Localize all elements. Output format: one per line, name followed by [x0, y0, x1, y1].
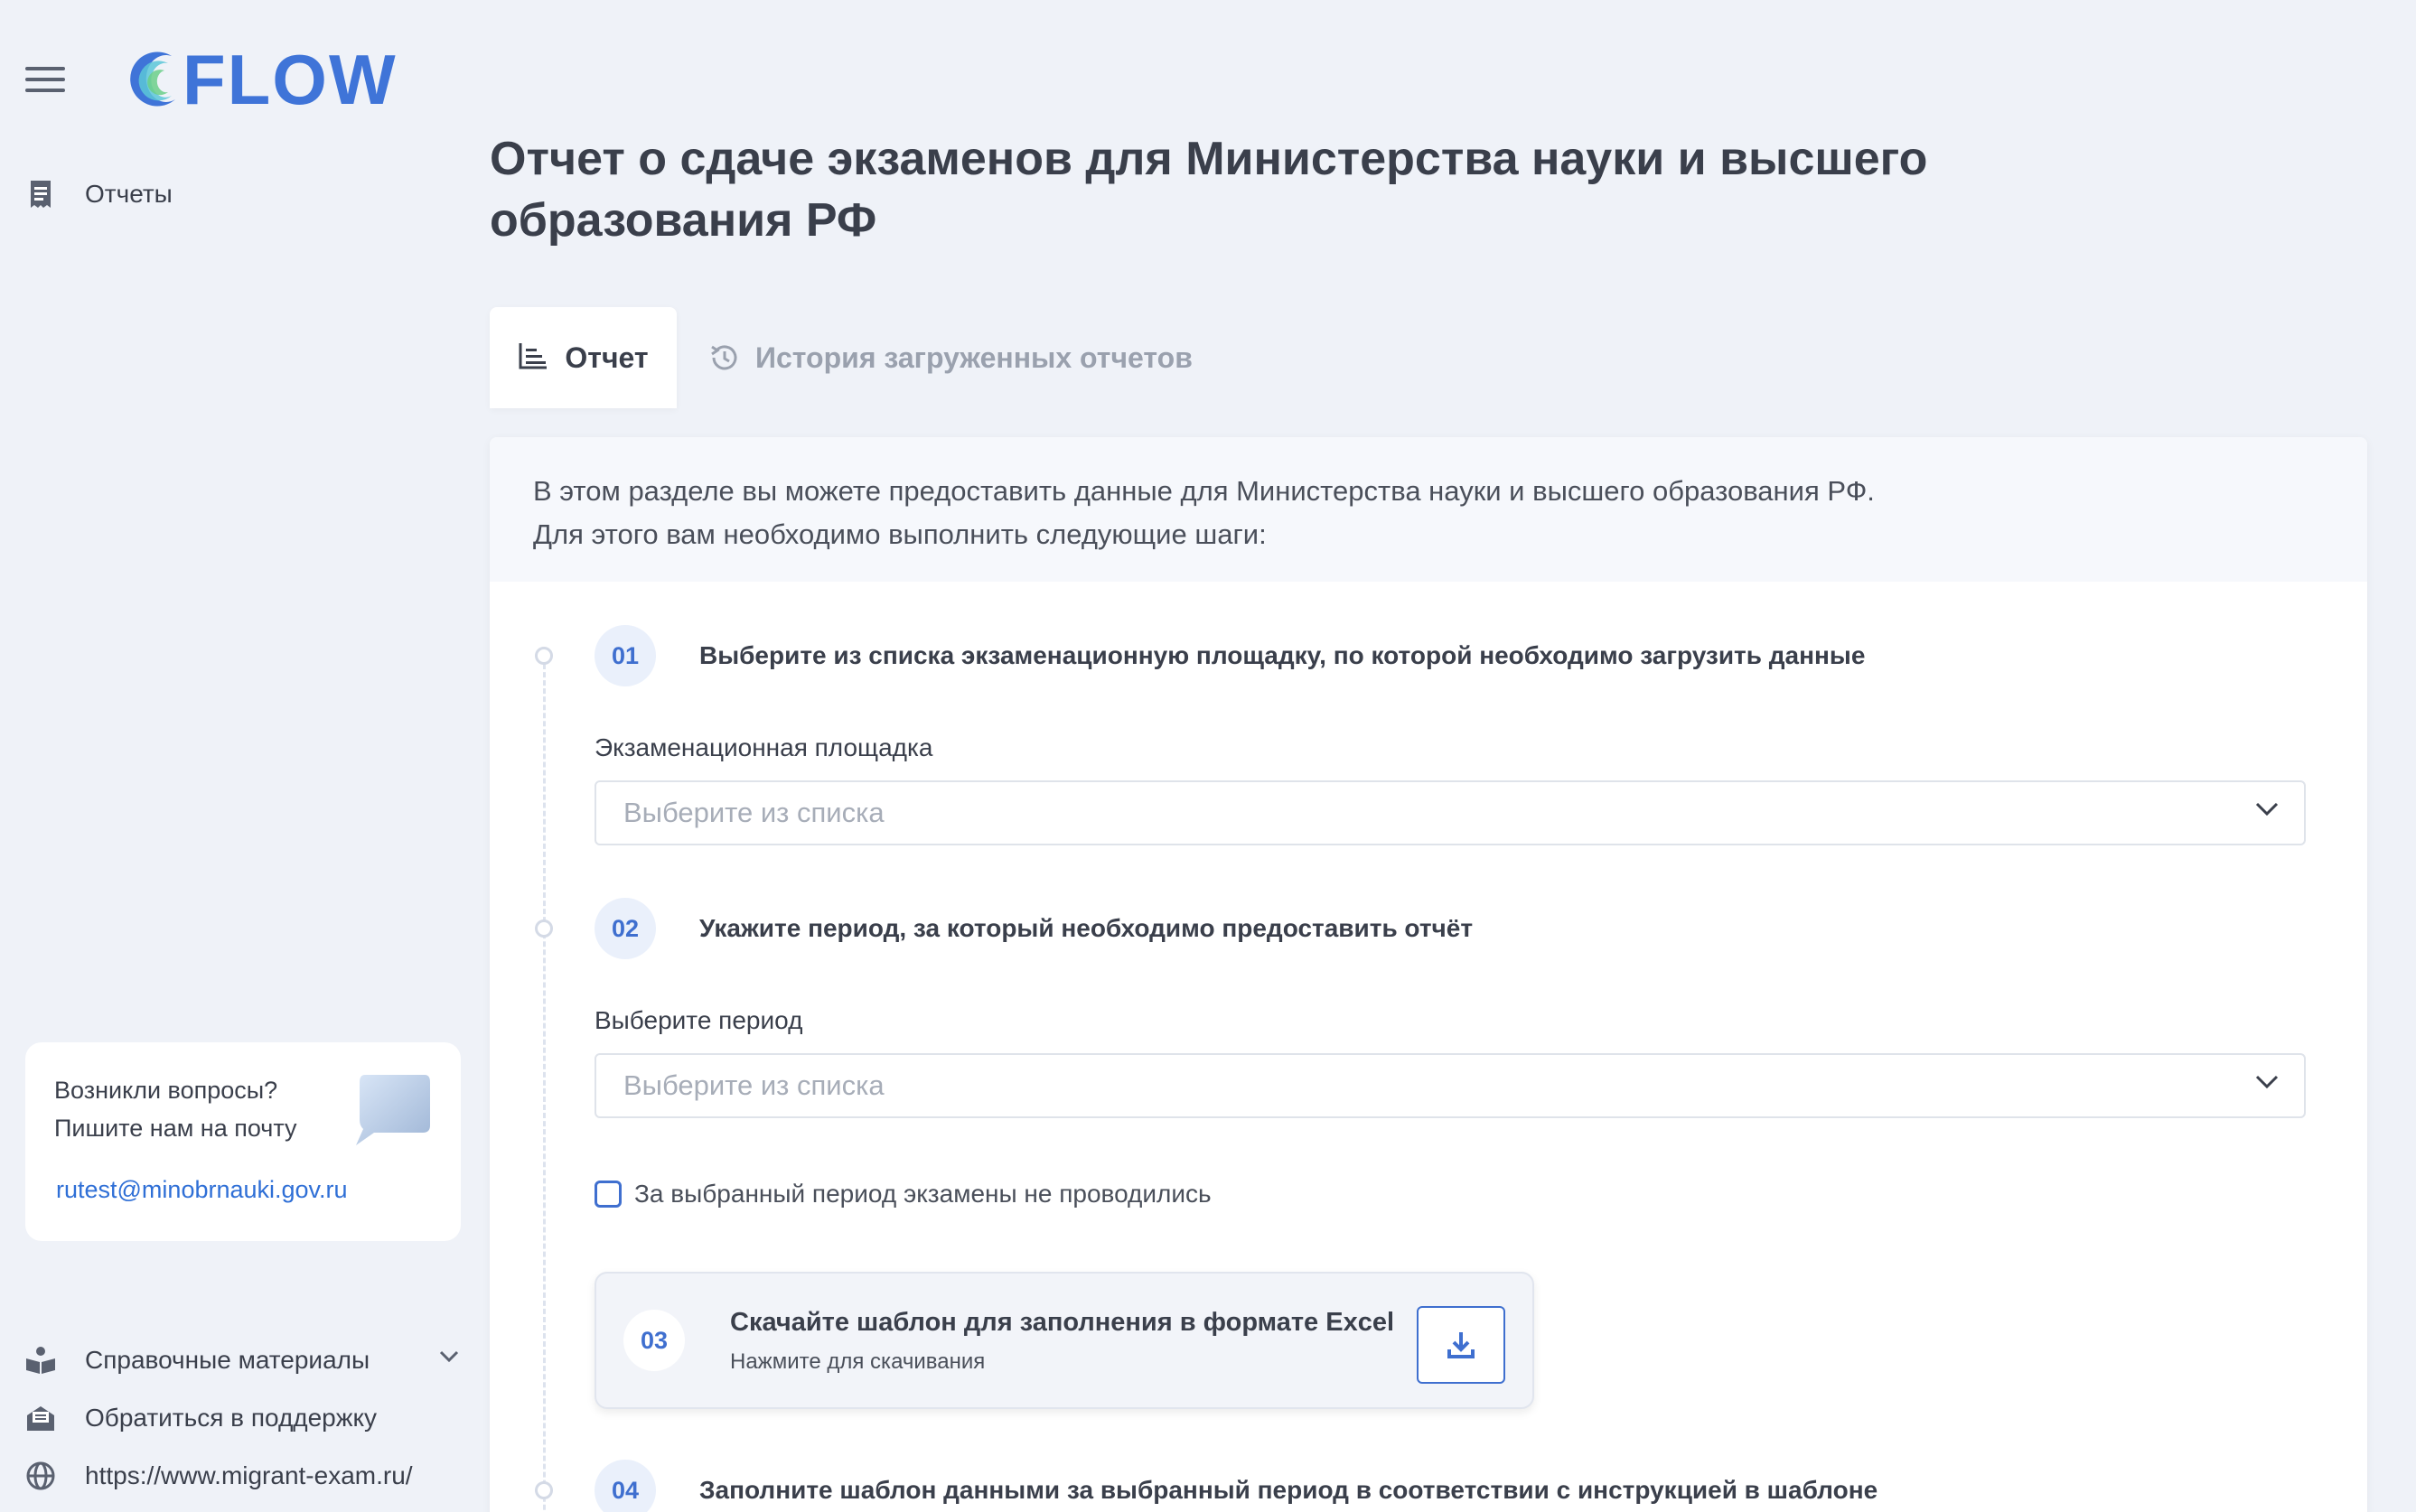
- select-placeholder: Выберите из списка: [623, 1069, 885, 1101]
- step-number: 02: [595, 898, 656, 959]
- help-card: Возникли вопросы? Пишите нам на почту ru…: [25, 1042, 461, 1241]
- chevron-down-icon: [2255, 802, 2279, 817]
- download-icon: [1447, 1332, 1475, 1358]
- no-exams-checkbox[interactable]: [595, 1181, 622, 1208]
- step-subtitle: Нажмите для скачивания: [730, 1349, 986, 1374]
- sidebar-item-support[interactable]: Обратиться в поддержку: [25, 1403, 377, 1433]
- history-icon: [708, 341, 741, 374]
- intro-text: В этом разделе вы можете предоставить да…: [533, 475, 1875, 507]
- step-number: 03: [623, 1310, 685, 1371]
- step-number: 04: [595, 1460, 656, 1512]
- intro-block: В этом разделе вы можете предоставить да…: [490, 437, 2367, 582]
- sidebar-item-references[interactable]: Справочные материалы: [25, 1345, 459, 1376]
- page-title-line: Отчет о сдаче экзаменов для Министерства…: [490, 133, 1928, 185]
- tab-history[interactable]: История загруженных отчетов: [708, 307, 1193, 408]
- page-title: Отчет о сдаче экзаменов для Министерства…: [490, 128, 2116, 251]
- tab-label: История загруженных отчетов: [755, 341, 1193, 374]
- sidebar-item-label: Справочные материалы: [85, 1346, 370, 1374]
- globe-icon: [25, 1461, 56, 1491]
- intro-text: Для этого вам необходимо выполнить следу…: [533, 518, 1267, 550]
- receipt-icon: [25, 179, 56, 210]
- timeline-dot: [535, 1481, 553, 1499]
- chat-bubble-icon: [356, 1075, 430, 1145]
- menu-icon[interactable]: [25, 67, 65, 94]
- field-label: Экзаменационная площадка: [595, 733, 933, 761]
- timeline-dot: [535, 647, 553, 665]
- timeline-dot: [535, 919, 553, 938]
- exam-site-select[interactable]: Выберите из списка: [595, 780, 2306, 845]
- no-exams-checkbox-row[interactable]: За выбранный период экзамены не проводил…: [595, 1180, 1212, 1209]
- chevron-down-icon: [2255, 1075, 2279, 1089]
- page-title-line: образования РФ: [490, 194, 877, 247]
- step-title: Заполните шаблон данными за выбранный пе…: [699, 1476, 1878, 1504]
- download-template-card[interactable]: 03 Скачайте шаблон для заполнения в форм…: [595, 1272, 1534, 1409]
- sidebar-item-label: Обратиться в поддержку: [85, 1404, 378, 1432]
- step-title: Скачайте шаблон для заполнения в формате…: [730, 1308, 1395, 1337]
- checkbox-label: За выбранный период экзамены не проводил…: [634, 1180, 1212, 1208]
- bar-chart-icon: [518, 341, 550, 374]
- download-button[interactable]: [1417, 1306, 1505, 1384]
- logo-text: FLOW: [183, 40, 398, 119]
- support-email-link[interactable]: rutest@minobrnauki.gov.ru: [56, 1176, 348, 1204]
- mail-open-icon: [25, 1403, 56, 1433]
- book-icon: [25, 1345, 56, 1376]
- step-title: Выберите из списка экзаменационную площа…: [699, 641, 1866, 669]
- flow-logo-icon: [130, 51, 175, 107]
- tab-label: Отчет: [565, 341, 649, 374]
- select-placeholder: Выберите из списка: [623, 797, 885, 828]
- step-number: 01: [595, 625, 656, 686]
- sidebar-item-label: Отчеты: [85, 180, 173, 208]
- step-title: Укажите период, за который необходимо пр…: [699, 914, 1474, 942]
- sidebar-item-site[interactable]: https://www.migrant-exam.ru/: [25, 1461, 413, 1491]
- timeline-line: [543, 656, 546, 1512]
- tab-report[interactable]: Отчет: [490, 307, 677, 408]
- period-select[interactable]: Выберите из списка: [595, 1053, 2306, 1118]
- report-card: В этом разделе вы можете предоставить да…: [490, 437, 2367, 1512]
- logo: FLOW: [116, 43, 398, 116]
- sidebar-item-reports[interactable]: Отчеты: [25, 179, 173, 210]
- field-label: Выберите период: [595, 1006, 803, 1034]
- chevron-down-icon: [439, 1350, 459, 1363]
- sidebar-item-label: https://www.migrant-exam.ru/: [85, 1461, 413, 1489]
